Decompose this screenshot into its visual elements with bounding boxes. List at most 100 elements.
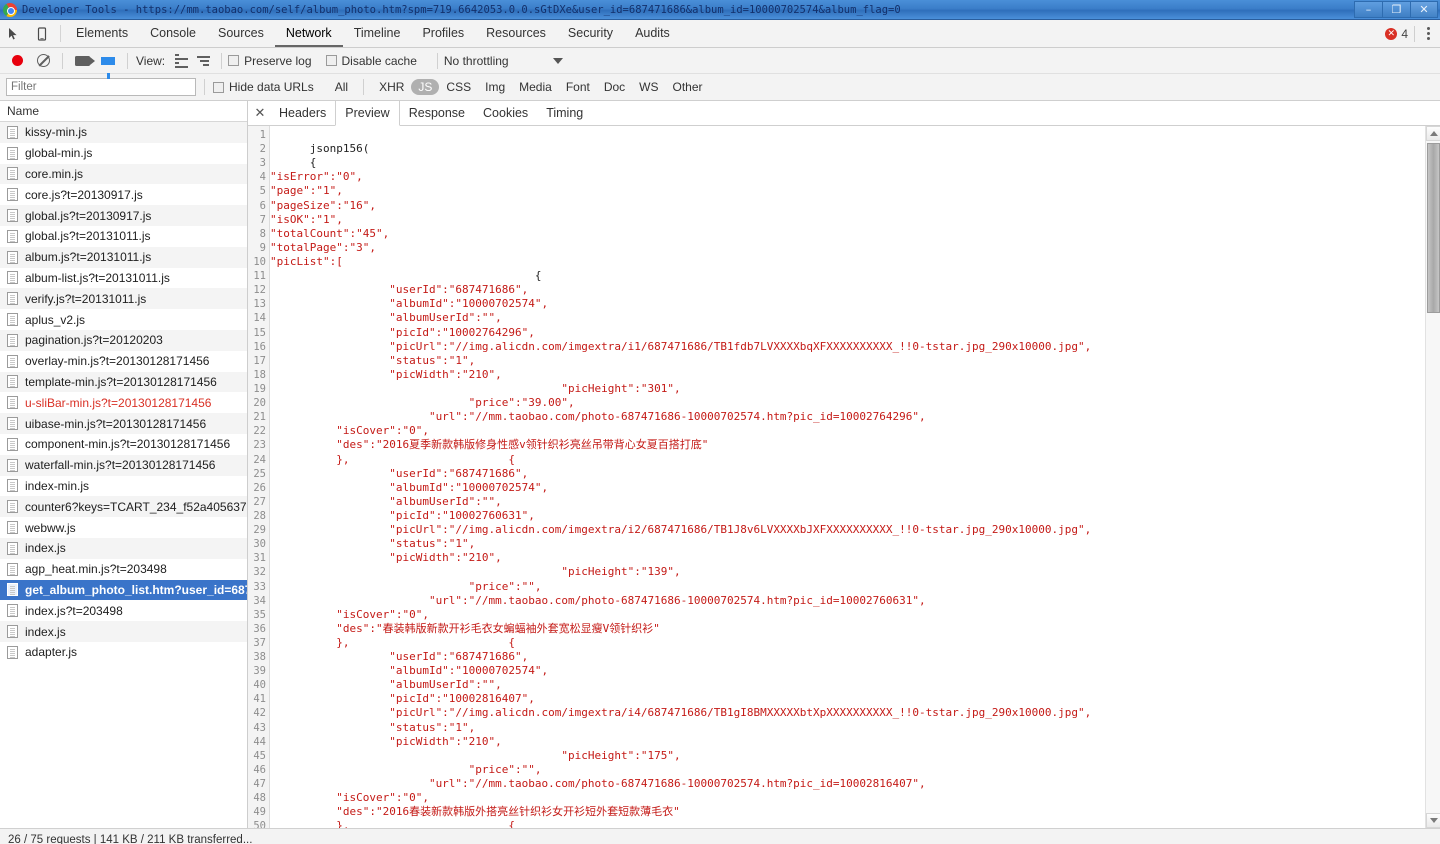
request-row[interactable]: index.js?t=203498 [0, 600, 247, 621]
record-button-icon[interactable] [4, 50, 30, 72]
request-row[interactable]: global.js?t=20131011.js [0, 226, 247, 247]
inspect-element-icon[interactable] [0, 20, 28, 47]
close-icon[interactable]: ✕ [250, 101, 270, 125]
request-row[interactable]: index-min.js [0, 476, 247, 497]
request-name: index.js?t=203498 [25, 603, 123, 618]
disable-cache-checkbox[interactable]: Disable cache [325, 54, 417, 68]
request-row[interactable]: global-min.js [0, 143, 247, 164]
minimize-button[interactable]: – [1354, 1, 1382, 18]
camera-icon[interactable] [69, 50, 95, 72]
request-row[interactable]: verify.js?t=20131011.js [0, 288, 247, 310]
request-row[interactable]: overlay-min.js?t=20130128171456 [0, 351, 247, 372]
maximize-button[interactable]: ❐ [1382, 1, 1410, 18]
list-view-icon[interactable] [171, 50, 193, 72]
request-row[interactable]: get_album_photo_list.htm?user_id=6874... [0, 579, 247, 601]
request-row[interactable]: agp_heat.min.js?t=203498 [0, 559, 247, 580]
tab-resources[interactable]: Resources [475, 20, 557, 47]
tab-headers[interactable]: Headers [270, 101, 335, 125]
line-number: 27 [253, 495, 266, 508]
code-line: "page":"1", [270, 184, 343, 198]
preserve-log-checkbox[interactable]: Preserve log [228, 54, 312, 68]
filter-type-all[interactable]: All [328, 79, 355, 95]
line-number: 16 [253, 340, 266, 353]
request-row[interactable]: global.js?t=20130917.js [0, 205, 247, 226]
line-number: 4 [259, 171, 266, 184]
request-row[interactable]: waterfall-min.js?t=20130128171456 [0, 454, 247, 476]
waterfall-view-icon[interactable] [193, 50, 215, 72]
file-icon [7, 604, 18, 618]
requests-list[interactable]: kissy-min.js global-min.js core.min.js core… [0, 122, 247, 828]
line-number: 13 [253, 298, 266, 311]
tab-response[interactable]: Response [400, 101, 474, 125]
device-toolbar-icon[interactable] [28, 20, 56, 47]
filter-type-img[interactable]: Img [478, 79, 512, 95]
code-line: "albumId":"10000702574", [270, 664, 549, 678]
scroll-up-arrow-icon[interactable] [1426, 126, 1440, 141]
request-row[interactable]: kissy-min.js [0, 122, 247, 143]
file-icon [7, 375, 18, 389]
tab-profiles[interactable]: Profiles [411, 20, 475, 47]
tab-network[interactable]: Network [274, 20, 343, 47]
request-row[interactable]: u-sliBar-min.js?t=20130128171456 [0, 392, 247, 413]
request-row[interactable]: uibase-min.js?t=20130128171456 [0, 413, 247, 434]
filter-type-doc[interactable]: Doc [597, 79, 632, 95]
tab-audits[interactable]: Audits [624, 20, 681, 47]
filter-type-xhr[interactable]: XHR [372, 79, 411, 95]
scrollbar-thumb[interactable] [1427, 143, 1440, 313]
code-line: "price":"39.00", [270, 396, 575, 410]
hide-data-urls-checkbox[interactable]: Hide data URLs [213, 80, 314, 94]
kebab-menu-icon[interactable] [1421, 27, 1436, 40]
line-number: 7 [259, 213, 266, 226]
tab-security[interactable]: Security [557, 20, 624, 47]
request-row[interactable]: aplus_v2.js [0, 309, 247, 330]
code-line: "albumId":"10000702574", [270, 297, 549, 311]
request-row[interactable]: component-min.js?t=20130128171456 [0, 434, 247, 455]
tab-timing[interactable]: Timing [537, 101, 592, 125]
tab-sources[interactable]: Sources [207, 20, 275, 47]
file-icon [7, 167, 18, 181]
request-row[interactable]: adapter.js [0, 642, 247, 663]
request-row[interactable]: index.js [0, 537, 247, 559]
request-row[interactable]: pagination.js?t=20120203 [0, 329, 247, 351]
scroll-down-arrow-icon[interactable] [1426, 813, 1440, 828]
request-row[interactable]: album.js?t=20131011.js [0, 246, 247, 268]
throttling-select[interactable]: No throttling [444, 54, 563, 68]
request-row[interactable]: core.min.js [0, 163, 247, 185]
funnel-filter-icon[interactable] [95, 50, 121, 79]
file-icon [7, 541, 18, 555]
tab-cookies[interactable]: Cookies [474, 101, 537, 125]
filter-input[interactable] [6, 78, 196, 96]
request-row[interactable]: webww.js [0, 517, 247, 538]
tab-preview[interactable]: Preview [335, 101, 400, 126]
request-row[interactable]: counter6?keys=TCART_234_f52a4056377... [0, 496, 247, 518]
line-number: 15 [253, 326, 266, 339]
file-icon [7, 229, 18, 243]
request-row[interactable]: album-list.js?t=20131011.js [0, 268, 247, 289]
file-icon [7, 437, 18, 451]
line-number: 34 [253, 594, 266, 607]
code-line: "status":"1", [270, 537, 476, 551]
line-number-gutter: 1 2 3 4 5 6 7 8 9 10 11 12 13 14 15 16 17 18 19 20 21 22 23 24 2… [248, 126, 270, 828]
filter-type-js[interactable]: JS [411, 79, 440, 95]
tab-timeline[interactable]: Timeline [343, 20, 412, 47]
filter-type-other[interactable]: Other [666, 79, 710, 95]
request-name: agp_heat.min.js?t=203498 [25, 562, 167, 577]
json-preview-content[interactable]: jsonp156( {"isError":"0", "page":"1", "pag… [270, 126, 1425, 828]
file-icon [7, 313, 18, 327]
clear-icon[interactable] [30, 50, 56, 72]
request-row[interactable]: template-min.js?t=20130128171456 [0, 371, 247, 393]
filter-type-css[interactable]: CSS [439, 79, 478, 95]
line-number: 14 [253, 312, 266, 325]
close-button[interactable]: ✕ [1410, 1, 1438, 18]
filter-type-media[interactable]: Media [512, 79, 559, 95]
tab-elements[interactable]: Elements [65, 20, 139, 47]
tab-console[interactable]: Console [139, 20, 207, 47]
request-row[interactable]: index.js [0, 621, 247, 642]
filter-type-ws[interactable]: WS [632, 79, 665, 95]
file-icon [7, 292, 18, 306]
filter-type-font[interactable]: Font [559, 79, 597, 95]
error-badge[interactable]: ✕ 4 [1385, 27, 1408, 41]
request-row[interactable]: core.js?t=20130917.js [0, 184, 247, 205]
preview-vertical-scrollbar[interactable] [1425, 126, 1440, 828]
